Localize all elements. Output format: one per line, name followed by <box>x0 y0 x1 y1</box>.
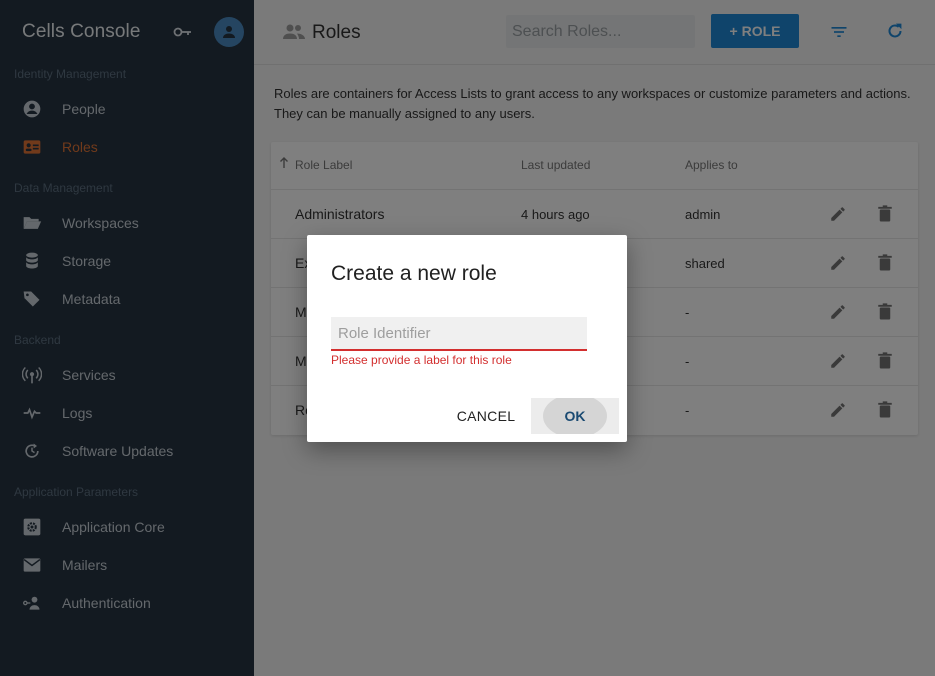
create-role-dialog: Create a new role Role Identifier Please… <box>307 235 627 442</box>
role-identifier-input[interactable]: Role Identifier <box>331 317 587 351</box>
ok-button[interactable]: OK <box>531 398 619 434</box>
ok-button-label: OK <box>564 408 586 424</box>
error-message: Please provide a label for this role <box>331 353 512 367</box>
dialog-title: Create a new role <box>331 262 497 285</box>
cancel-button[interactable]: CANCEL <box>449 398 523 434</box>
